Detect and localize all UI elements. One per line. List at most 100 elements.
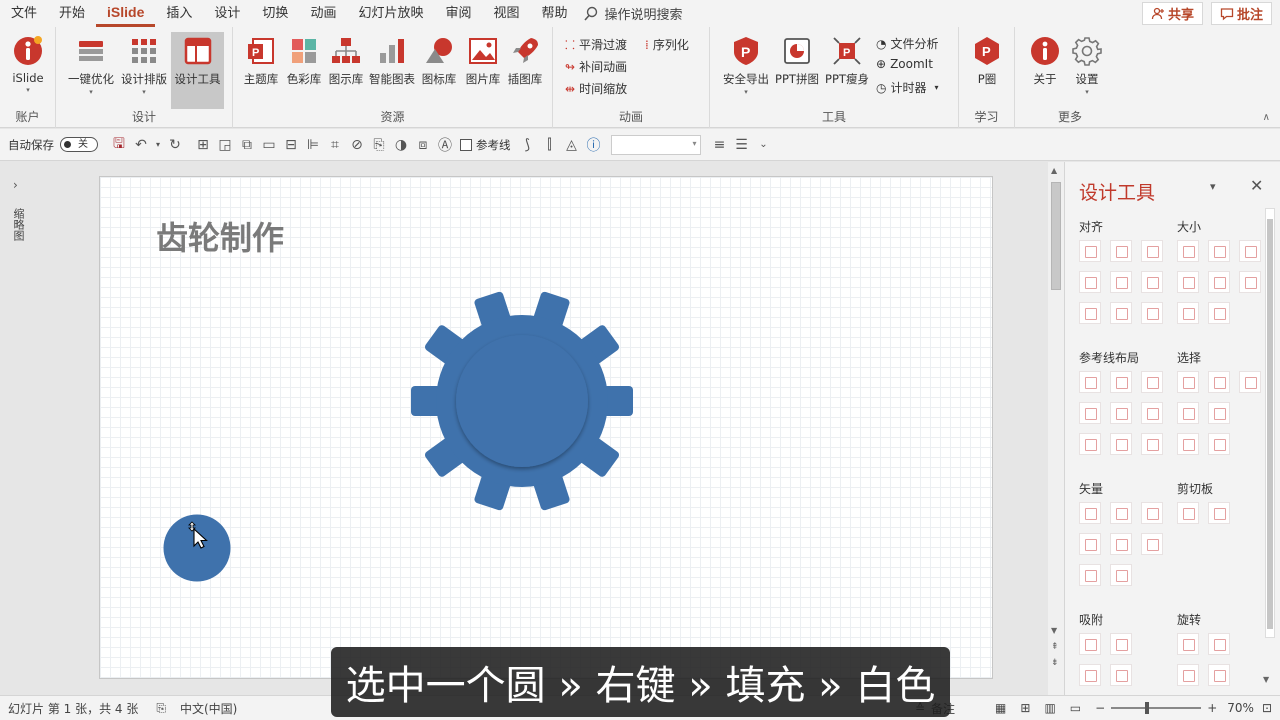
gear-inner-circle[interactable] xyxy=(456,335,588,467)
menu-review[interactable]: 审阅 xyxy=(434,0,482,27)
scroll-thumb[interactable] xyxy=(1051,182,1061,290)
new-slide-icon[interactable]: ⊞ xyxy=(192,134,214,156)
pane-tool-icon[interactable] xyxy=(1110,240,1132,262)
design-tools-button[interactable]: 设计工具 xyxy=(171,32,224,109)
thumbnail-label[interactable]: 缩略图 xyxy=(10,208,26,241)
menu-file[interactable]: 文件 xyxy=(0,0,48,27)
tween-animation-button[interactable]: ↬ 补间动画 xyxy=(565,58,627,75)
file-analysis-button[interactable]: ◔ 文件分析 xyxy=(876,35,939,52)
comment-button[interactable]: 批注 xyxy=(1210,2,1272,25)
align-left-icon[interactable]: ☰ xyxy=(731,134,753,156)
table-icon[interactable]: ⊟ xyxy=(280,134,302,156)
pane-tool-icon[interactable] xyxy=(1079,271,1101,293)
pane-tool-icon[interactable] xyxy=(1177,664,1199,686)
redo-icon[interactable]: ↻ xyxy=(164,134,186,156)
autosave-toggle[interactable]: 关 xyxy=(60,137,98,152)
settings-button[interactable]: 设置 ▾ xyxy=(1063,32,1111,98)
theme-library-button[interactable]: P 主题库 xyxy=(239,32,283,98)
pane-tool-icon[interactable] xyxy=(1141,433,1163,455)
help-icon[interactable]: ⓘ xyxy=(583,134,605,156)
clipboard-icon[interactable]: ⎘ xyxy=(368,134,390,156)
pane-tool-icon[interactable] xyxy=(1110,664,1132,686)
menu-design[interactable]: 设计 xyxy=(203,0,251,27)
pane-tool-icon[interactable] xyxy=(1079,433,1101,455)
pane-tool-icon[interactable] xyxy=(1079,564,1101,586)
shapes-icon[interactable]: ◲ xyxy=(214,134,236,156)
pane-tool-icon[interactable] xyxy=(1208,633,1230,655)
about-button[interactable]: 关于 xyxy=(1021,32,1069,98)
pane-tool-icon[interactable] xyxy=(1110,302,1132,324)
pane-tool-icon[interactable] xyxy=(1110,433,1132,455)
guides-checkbox[interactable] xyxy=(460,138,472,151)
slide-title[interactable]: 齿轮制作 xyxy=(156,213,284,259)
connector-icon[interactable]: ⟆ xyxy=(517,134,539,156)
pane-tool-icon[interactable] xyxy=(1079,371,1101,393)
pane-tool-icon[interactable] xyxy=(1208,240,1230,262)
chevron-down-icon[interactable]: ▾ xyxy=(1210,180,1216,193)
expand-panel-icon[interactable]: › xyxy=(13,178,18,192)
islide-button[interactable]: iSlide ▾ xyxy=(4,32,52,98)
time-scale-button[interactable]: ⇹ 时间缩放 xyxy=(565,80,627,97)
ppt-slim-button[interactable]: P PPT瘦身 xyxy=(822,32,872,98)
pane-tool-icon[interactable] xyxy=(1177,433,1199,455)
gear-shape[interactable] xyxy=(402,281,642,521)
pane-tool-icon[interactable] xyxy=(1079,302,1101,324)
menu-view[interactable]: 视图 xyxy=(482,0,530,27)
pane-tool-icon[interactable] xyxy=(1177,271,1199,293)
spellcheck-icon[interactable]: ⎘ xyxy=(156,701,166,716)
ppt-collage-button[interactable]: PPT拼图 xyxy=(772,32,822,98)
pane-tool-icon[interactable] xyxy=(1208,271,1230,293)
color-picker-icon[interactable]: ◑ xyxy=(390,134,412,156)
customize-toolbar-icon[interactable]: ⌄ xyxy=(753,134,775,156)
pane-tool-icon[interactable] xyxy=(1079,402,1101,424)
pane-tool-icon[interactable] xyxy=(1110,633,1132,655)
align-center-icon[interactable]: ≡ xyxy=(709,134,731,156)
chevron-down-icon[interactable]: ▾ xyxy=(152,134,164,156)
font-size-dropdown[interactable]: ▾ xyxy=(610,134,701,155)
pane-tool-icon[interactable] xyxy=(1079,502,1101,524)
pane-tool-icon[interactable] xyxy=(1141,302,1163,324)
pane-tool-icon[interactable] xyxy=(1110,533,1132,555)
pane-tool-icon[interactable] xyxy=(1141,402,1163,424)
p-circle-button[interactable]: P P圈 xyxy=(963,32,1011,98)
menu-insert[interactable]: 插入 xyxy=(155,0,203,27)
next-slide-icon[interactable]: ⇟ xyxy=(1051,658,1059,668)
slide-canvas[interactable]: 齿轮制作 xyxy=(99,176,993,679)
pane-tool-icon[interactable] xyxy=(1177,302,1199,324)
pane-tool-icon[interactable] xyxy=(1141,502,1163,524)
menu-islide[interactable]: iSlide xyxy=(96,0,156,27)
menu-slideshow[interactable]: 幻灯片放映 xyxy=(347,0,434,27)
pane-tool-icon[interactable] xyxy=(1208,664,1230,686)
pane-tool-icon[interactable] xyxy=(1079,533,1101,555)
pane-scrollbar[interactable] xyxy=(1265,208,1275,638)
close-icon[interactable]: ✕ xyxy=(1250,176,1263,195)
slideshow-icon[interactable]: ▭ xyxy=(1070,701,1081,715)
pane-tool-icon[interactable] xyxy=(1177,240,1199,262)
pane-tool-icon[interactable] xyxy=(1141,240,1163,262)
pane-tool-icon[interactable] xyxy=(1239,271,1261,293)
pane-tool-icon[interactable] xyxy=(1208,302,1230,324)
language-indicator[interactable]: 中文(中国) xyxy=(180,700,237,717)
text-direction-icon[interactable]: Ⓐ xyxy=(434,134,456,156)
menu-transitions[interactable]: 切换 xyxy=(251,0,299,27)
zoom-slider[interactable] xyxy=(1111,702,1202,714)
timer-button[interactable]: ◷ 计时器 ▾ xyxy=(876,79,939,96)
serialize-button[interactable]: ⁞ 序列化 xyxy=(645,36,689,53)
scroll-up-icon[interactable]: ▲ xyxy=(1051,166,1057,175)
group-icon[interactable]: ⧈ xyxy=(412,134,434,156)
pane-tool-icon[interactable] xyxy=(1177,633,1199,655)
pane-tool-icon[interactable] xyxy=(1110,502,1132,524)
illustration-library-button[interactable]: 插图库 xyxy=(503,32,547,98)
pane-tool-icon[interactable] xyxy=(1110,402,1132,424)
crop-icon[interactable]: ⌗ xyxy=(324,134,346,156)
safe-export-button[interactable]: P 安全导出 ▾ xyxy=(720,32,772,98)
prev-slide-icon[interactable]: ⇞ xyxy=(1051,642,1059,652)
pane-tool-icon[interactable] xyxy=(1110,371,1132,393)
slide-sorter-icon[interactable]: ⊞ xyxy=(1020,701,1030,715)
smooth-transition-button[interactable]: ⸬ 平滑过渡 xyxy=(565,36,627,53)
align-icon[interactable]: ⊫ xyxy=(302,134,324,156)
tell-me-search[interactable]: 操作说明搜索 xyxy=(583,4,683,23)
pane-tool-icon[interactable] xyxy=(1141,371,1163,393)
zoom-in-icon[interactable]: + xyxy=(1207,701,1217,715)
share-button[interactable]: 共享 xyxy=(1141,2,1203,25)
